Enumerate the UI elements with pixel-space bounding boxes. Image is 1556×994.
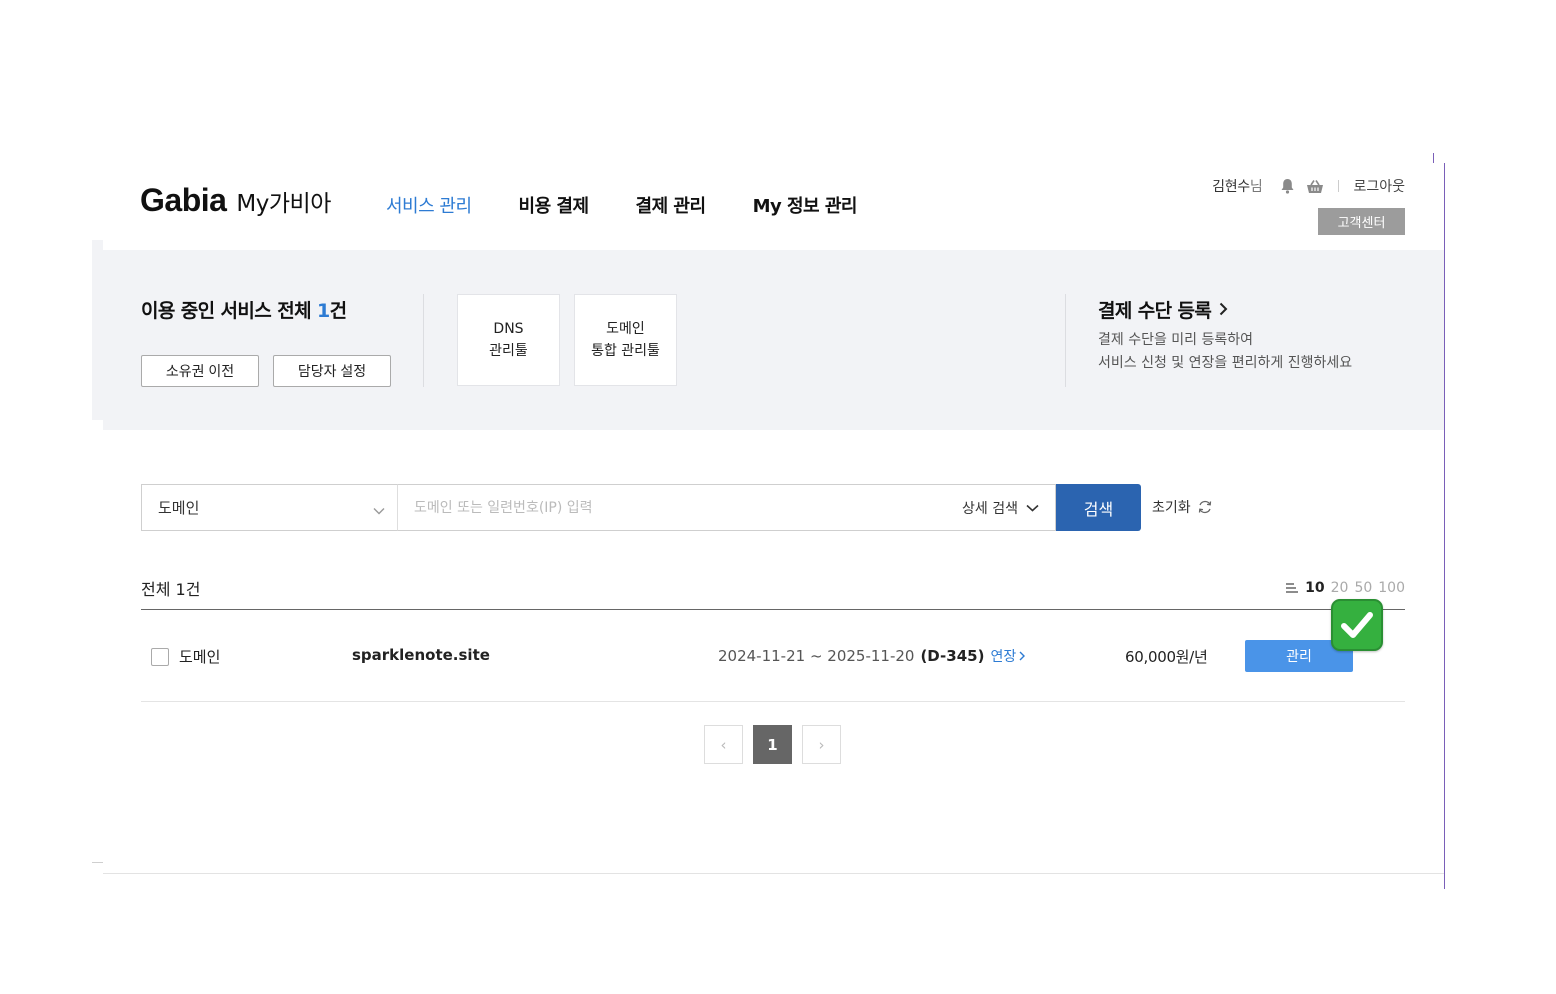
nav-payment-management[interactable]: 결제 관리 (636, 192, 707, 218)
row-domain-name: sparklenote.site (352, 646, 490, 664)
search-button[interactable]: 검색 (1056, 484, 1141, 531)
page-size-100[interactable]: 100 (1378, 580, 1405, 596)
renew-link[interactable]: 연장 (990, 646, 1026, 666)
search-category-value: 도메인 (158, 499, 200, 517)
search-category-select[interactable]: 도메인 (141, 484, 398, 531)
payment-desc-line2: 서비스 신청 및 연장을 편리하게 진행하세요 (1098, 355, 1353, 371)
chevron-down-icon (1026, 504, 1039, 512)
pagination-next[interactable]: › (802, 725, 841, 764)
page-size-50[interactable]: 50 (1354, 580, 1372, 596)
service-total-prefix: 이용 중인 서비스 전체 (141, 300, 317, 322)
domain-tool-line2: 통합 관리툴 (591, 343, 660, 359)
renew-label: 연장 (990, 649, 1017, 665)
domain-tool-card[interactable]: 도메인 통합 관리툴 (574, 294, 677, 386)
dns-tool-line2: 관리툴 (489, 343, 528, 359)
frame-right-border (1444, 163, 1445, 889)
chevron-right-icon (1019, 651, 1026, 661)
chevron-right-icon (1219, 299, 1228, 321)
detail-search-label: 상세 검색 (962, 501, 1018, 517)
service-total-title: 이용 중인 서비스 전체 1건 (141, 296, 347, 323)
frame-tick (1433, 153, 1434, 163)
page-size-20[interactable]: 20 (1331, 580, 1349, 596)
page-bottom-line (103, 873, 1444, 874)
manager-setting-button[interactable]: 담당자 설정 (273, 355, 391, 387)
user-suffix: 님 (1249, 179, 1263, 195)
page-size-10[interactable]: 10 (1305, 580, 1324, 596)
band-divider-right (1065, 294, 1066, 387)
main-nav: 서비스 관리 비용 결제 결제 관리 My 정보 관리 (386, 192, 904, 218)
payment-method-title: 결제 수단 등록 (1098, 300, 1212, 322)
logo-main: Gabia (140, 182, 227, 218)
check-mark-icon (1331, 599, 1383, 651)
payment-method-desc: 결제 수단을 미리 등록하여 서비스 신청 및 연장을 편리하게 진행하세요 (1098, 329, 1352, 375)
pagination-prev[interactable]: ‹ (704, 725, 743, 764)
search-input[interactable] (414, 485, 934, 530)
user-greeting[interactable]: 김현수님 (1212, 176, 1263, 196)
domain-tool-line1: 도메인 (606, 321, 645, 337)
row-period: 2024-11-21 ~ 2025-11-20 (D-345) 연장 (718, 646, 1026, 666)
list-top-border (141, 609, 1405, 610)
customer-center-button[interactable]: 고객센터 (1318, 208, 1405, 235)
dns-tool-line1: DNS (493, 321, 524, 337)
row-service-type: 도메인 (179, 648, 221, 666)
nav-my-info-management[interactable]: My 정보 관리 (753, 192, 858, 218)
basket-icon[interactable] (1306, 177, 1324, 195)
bell-icon[interactable] (1278, 177, 1296, 195)
refresh-icon (1198, 500, 1211, 514)
reset-label: 초기화 (1152, 500, 1191, 516)
chevron-down-icon (373, 501, 385, 519)
payment-desc-line1: 결제 수단을 미리 등록하여 (1098, 332, 1254, 348)
list-total-count: 전체 1건 (141, 580, 201, 599)
service-total-suffix: 건 (329, 300, 347, 322)
search-input-wrap: 상세 검색 (397, 484, 1056, 531)
bottom-tick (92, 862, 103, 863)
reset-button[interactable]: 초기화 (1152, 497, 1213, 517)
pagination-page-1[interactable]: 1 (753, 725, 792, 764)
page-size-selector: 10 20 50 100 (1285, 580, 1405, 596)
util-divider (1338, 180, 1340, 192)
logo-sub: My가비아 (236, 191, 331, 217)
row-dday: (D-345) (920, 647, 985, 665)
utility-bar: 김현수님 로그아웃 (1212, 176, 1405, 196)
user-name: 김현수 (1212, 179, 1250, 195)
service-total-count: 1 (316, 300, 330, 322)
logout-link[interactable]: 로그아웃 (1353, 176, 1405, 196)
detail-search-toggle[interactable]: 상세 검색 (962, 498, 1039, 518)
nav-cost-payment[interactable]: 비용 결제 (519, 192, 590, 218)
logo[interactable]: Gabia My가비아 (140, 182, 331, 219)
list-lines-icon (1286, 583, 1299, 593)
nav-service-management[interactable]: 서비스 관리 (386, 192, 472, 218)
list-bottom-border (141, 701, 1405, 702)
row-period-dates: 2024-11-21 ~ 2025-11-20 (718, 647, 915, 665)
row-price: 60,000원/년 (1125, 648, 1208, 666)
band-stub (92, 240, 103, 420)
payment-method-register-link[interactable]: 결제 수단 등록 (1098, 296, 1228, 323)
band-divider (423, 294, 424, 387)
ownership-transfer-button[interactable]: 소유권 이전 (141, 355, 259, 387)
row-checkbox[interactable] (151, 648, 169, 666)
dns-tool-card[interactable]: DNS 관리툴 (457, 294, 560, 386)
